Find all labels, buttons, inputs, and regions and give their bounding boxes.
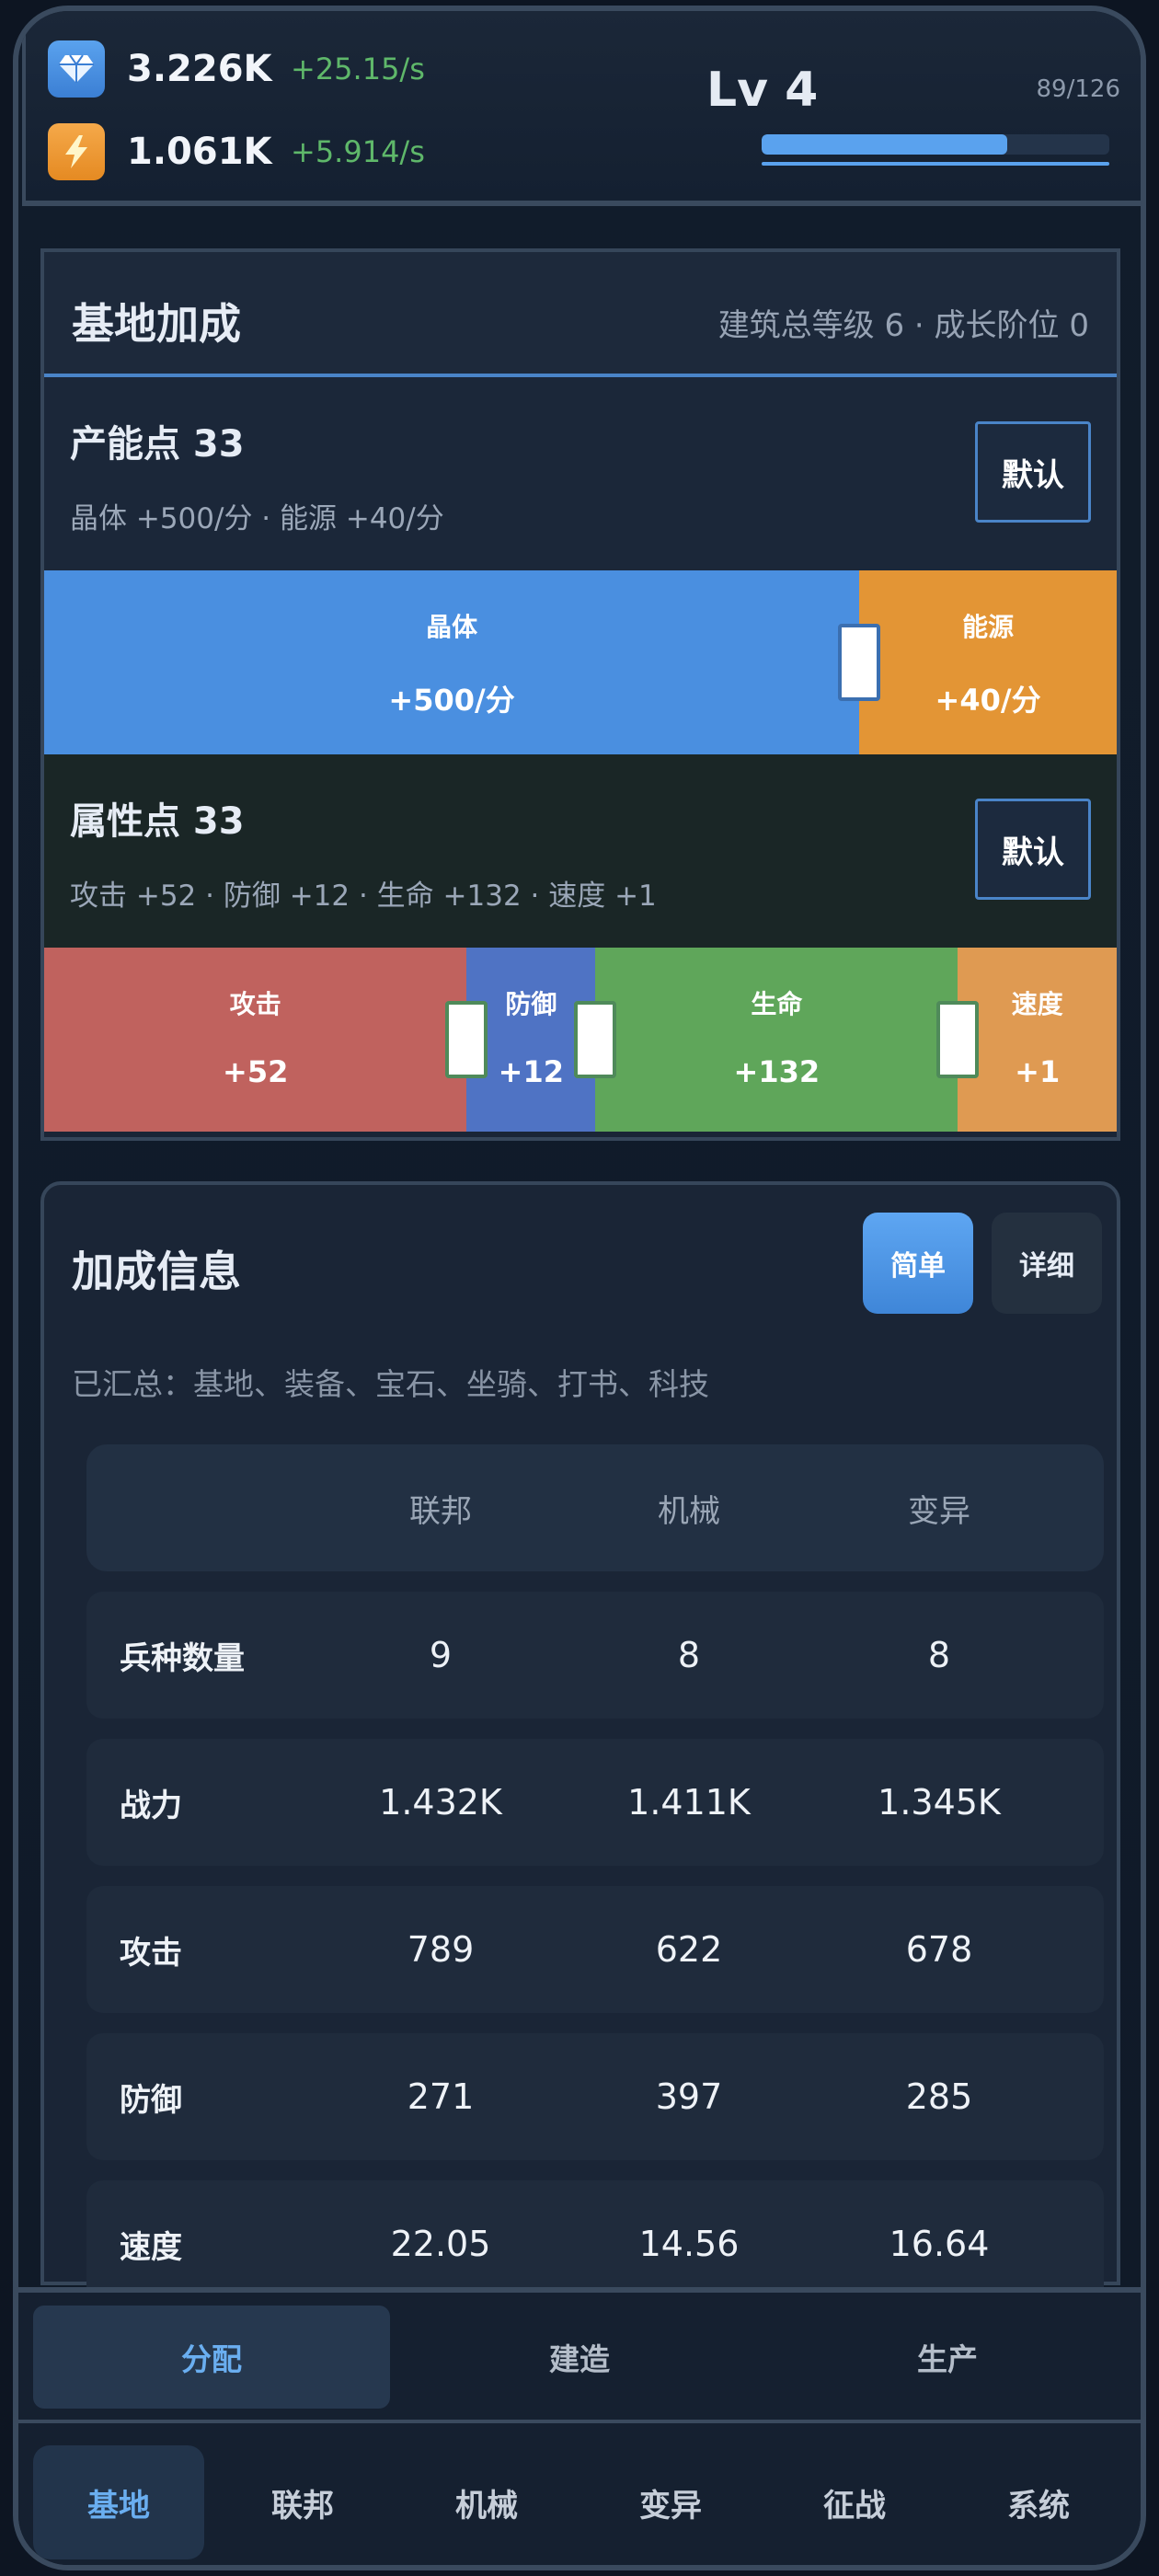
crystal-rate: +25.15/s <box>291 52 425 86</box>
subtab-produce[interactable]: 生产 <box>769 2306 1126 2409</box>
xp-progress-bar <box>762 134 1109 155</box>
bonus-info-panel: 加成信息 简单 详细 已汇总：基地、装备、宝石、坐骑、打书、科技 联邦 机械 变… <box>40 1181 1120 2307</box>
attribute-points-section: 属性点 33 攻击 +52 · 防御 +12 · 生命 +132 · 速度 +1… <box>44 754 1117 948</box>
production-points-title: 产能点 33 <box>70 423 245 466</box>
attribute-points-desc: 攻击 +52 · 防御 +12 · 生命 +132 · 速度 +1 <box>70 880 657 913</box>
column-header: 联邦 <box>409 1492 472 1530</box>
allocation-segment: 速度 +1 <box>958 948 1117 1132</box>
table-cell: 1.345K <box>878 1782 1001 1823</box>
table-row: 攻击 789 622 678 <box>86 1886 1104 2013</box>
bottom-navigation: 分配 建造 生产 基地 联邦 机械 变异 征战 系统 <box>18 2287 1141 2565</box>
subtab-build[interactable]: 建造 <box>401 2306 758 2409</box>
table-cell: 789 <box>407 1929 475 1970</box>
production-default-button[interactable]: 默认 <box>975 421 1091 523</box>
simple-mode-button[interactable]: 简单 <box>863 1213 973 1314</box>
xp-text: 89/126 <box>1036 75 1120 103</box>
drag-handle[interactable] <box>838 624 881 701</box>
xp-underline <box>762 162 1109 166</box>
table-cell: 622 <box>655 1929 723 1970</box>
gem-icon <box>48 40 105 98</box>
drag-handle[interactable] <box>574 1001 617 1078</box>
bonus-sources-summary: 已汇总：基地、装备、宝石、坐骑、打书、科技 <box>72 1366 709 1402</box>
segment-name: 生命 <box>751 989 803 1019</box>
column-header: 机械 <box>658 1492 720 1530</box>
table-cell: 271 <box>407 2076 475 2117</box>
drag-handle[interactable] <box>936 1001 980 1078</box>
table-header: 联邦 机械 变异 <box>86 1444 1104 1571</box>
column-header: 变异 <box>908 1492 970 1530</box>
sub-tab-bar: 分配 建造 生产 <box>18 2293 1141 2423</box>
allocation-segment: 能源 +40/分 <box>859 570 1117 754</box>
table-cell: 678 <box>905 1929 973 1970</box>
resource-energy: 1.061K +5.914/s <box>48 123 425 180</box>
table-cell: 285 <box>905 2076 973 2117</box>
base-bonus-title: 基地加成 <box>72 299 241 349</box>
attribute-points-title: 属性点 33 <box>70 800 245 843</box>
table-cell: 8 <box>677 1635 701 1675</box>
production-allocation-bar: 晶体 +500/分 能源 +40/分 <box>44 570 1117 754</box>
crystal-amount: 3.226K <box>127 48 272 90</box>
allocation-segment: 晶体 +500/分 <box>44 570 881 754</box>
segment-value: +132 <box>733 1054 820 1089</box>
table-cell: 1.432K <box>379 1782 502 1823</box>
base-bonus-panel: 基地加成 建筑总等级 6 · 成长阶位 0 产能点 33 晶体 +500/分 ·… <box>40 248 1120 1141</box>
tab-mechanical[interactable]: 机械 <box>401 2445 572 2559</box>
segment-value: +40/分 <box>935 683 1041 718</box>
table-row: 战力 1.432K 1.411K 1.345K <box>86 1739 1104 1866</box>
tab-mutant[interactable]: 变异 <box>585 2445 756 2559</box>
table-row: 兵种数量 9 8 8 <box>86 1592 1104 1719</box>
segment-name: 速度 <box>1011 989 1063 1019</box>
tab-federation[interactable]: 联邦 <box>217 2445 388 2559</box>
tab-base[interactable]: 基地 <box>33 2445 204 2559</box>
tab-system[interactable]: 系统 <box>953 2445 1124 2559</box>
bonus-info-title: 加成信息 <box>72 1247 241 1296</box>
production-points-section: 产能点 33 晶体 +500/分 · 能源 +40/分 默认 <box>44 377 1117 570</box>
segment-name: 能源 <box>962 612 1015 642</box>
level-label: Lv 4 <box>706 63 819 118</box>
segment-value: +52 <box>223 1054 289 1089</box>
table-row: 防御 271 397 285 <box>86 2033 1104 2160</box>
energy-amount: 1.061K <box>127 131 272 173</box>
table-cell: 1.411K <box>627 1782 751 1823</box>
allocation-segment: 攻击 +52 <box>44 948 488 1132</box>
allocation-segment: 生命 +132 <box>595 948 980 1132</box>
energy-rate: +5.914/s <box>291 134 425 169</box>
table-cell: 397 <box>655 2076 723 2117</box>
lightning-icon <box>48 123 105 180</box>
attribute-default-button[interactable]: 默认 <box>975 799 1091 900</box>
drag-handle[interactable] <box>445 1001 488 1078</box>
segment-value: +1 <box>1015 1054 1061 1089</box>
base-bonus-subtitle: 建筑总等级 6 · 成长阶位 0 <box>717 307 1089 344</box>
subtab-allocate[interactable]: 分配 <box>33 2306 390 2409</box>
table-cell: 9 <box>429 1635 453 1675</box>
attribute-allocation-bar: 攻击 +52 防御 +12 生命 +132 速度 +1 <box>44 948 1117 1132</box>
app-frame: 3.226K +25.15/s 1.061K +5.914/s Lv 4 89/… <box>13 6 1146 2570</box>
tab-campaign[interactable]: 征战 <box>769 2445 940 2559</box>
segment-name: 晶体 <box>426 612 478 642</box>
detail-mode-button[interactable]: 详细 <box>992 1213 1102 1314</box>
segment-name: 攻击 <box>229 989 281 1019</box>
resource-bar: 3.226K +25.15/s 1.061K +5.914/s Lv 4 89/… <box>22 11 1141 206</box>
production-points-desc: 晶体 +500/分 · 能源 +40/分 <box>70 502 444 535</box>
table-cell: 8 <box>927 1635 951 1675</box>
segment-value: +500/分 <box>388 683 515 718</box>
base-bonus-header: 基地加成 建筑总等级 6 · 成长阶位 0 <box>44 252 1117 377</box>
resource-crystal: 3.226K +25.15/s <box>48 40 425 98</box>
main-tab-bar: 基地 联邦 机械 变异 征战 系统 <box>18 2427 1141 2565</box>
xp-progress-fill <box>762 134 1007 155</box>
